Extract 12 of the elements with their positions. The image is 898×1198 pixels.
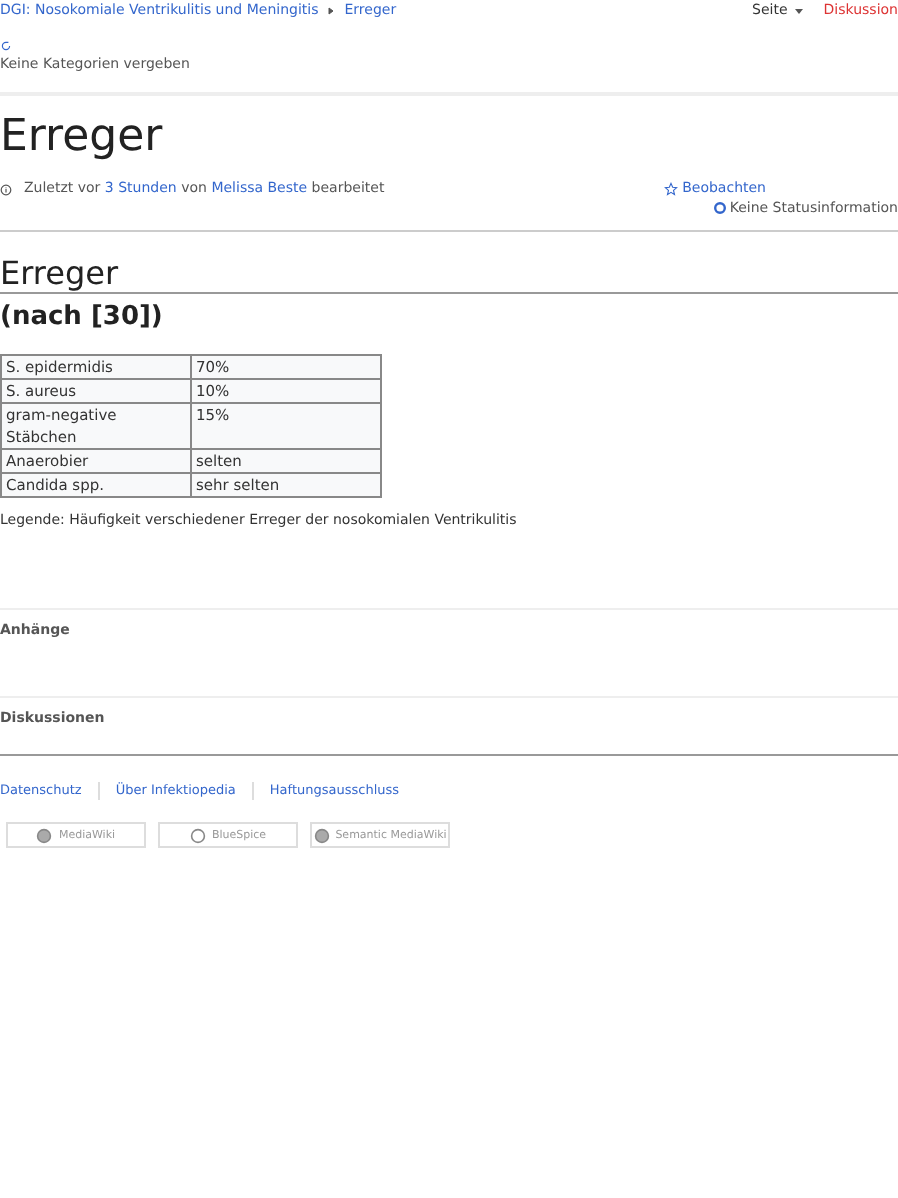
info-icon — [0, 183, 12, 195]
section-subheading: (nach [30]) — [0, 299, 165, 335]
caret-icon — [793, 6, 804, 16]
page-title: Erreger — [0, 111, 165, 163]
status-icon — [713, 202, 726, 214]
logo-icon — [313, 827, 330, 844]
caret-icon — [326, 6, 337, 16]
section-heading: Erreger — [0, 255, 898, 293]
refresh-icon — [0, 40, 12, 52]
logo-icon — [36, 827, 53, 844]
logo-icon — [189, 827, 206, 844]
star-icon — [664, 182, 679, 196]
